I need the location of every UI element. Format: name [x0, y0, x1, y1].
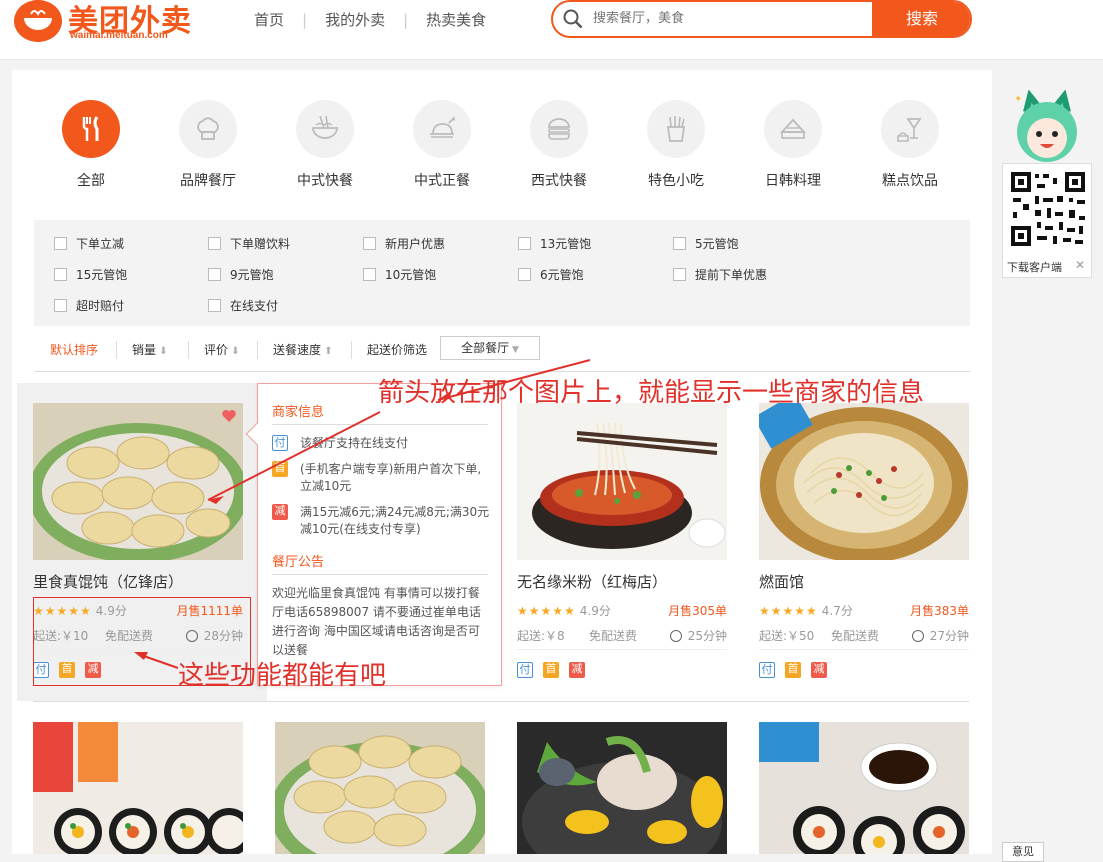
- download-qr-panel[interactable]: 下载客户端 ✕: [1002, 163, 1092, 278]
- annotation-bottom-text: 这些功能都能有吧: [178, 661, 387, 691]
- mascot-icon: ✦: [1014, 90, 1077, 162]
- annotation-arrows: [134, 359, 591, 669]
- close-icon[interactable]: ✕: [1075, 258, 1085, 272]
- app-download-widget: ✦ 下载客户端 ✕: [1002, 90, 1092, 280]
- svg-text:✦: ✦: [1014, 94, 1022, 105]
- feedback-button[interactable]: 意见: [1002, 842, 1044, 862]
- qr-code-icon: [1009, 170, 1087, 248]
- arrow-head-icon: [208, 496, 224, 504]
- download-label[interactable]: 下载客户端: [1007, 259, 1062, 275]
- annotation-top-text: 箭头放在那个图片上，就能显示一些商家的信息: [378, 378, 925, 408]
- arrow-head-icon: [134, 652, 148, 660]
